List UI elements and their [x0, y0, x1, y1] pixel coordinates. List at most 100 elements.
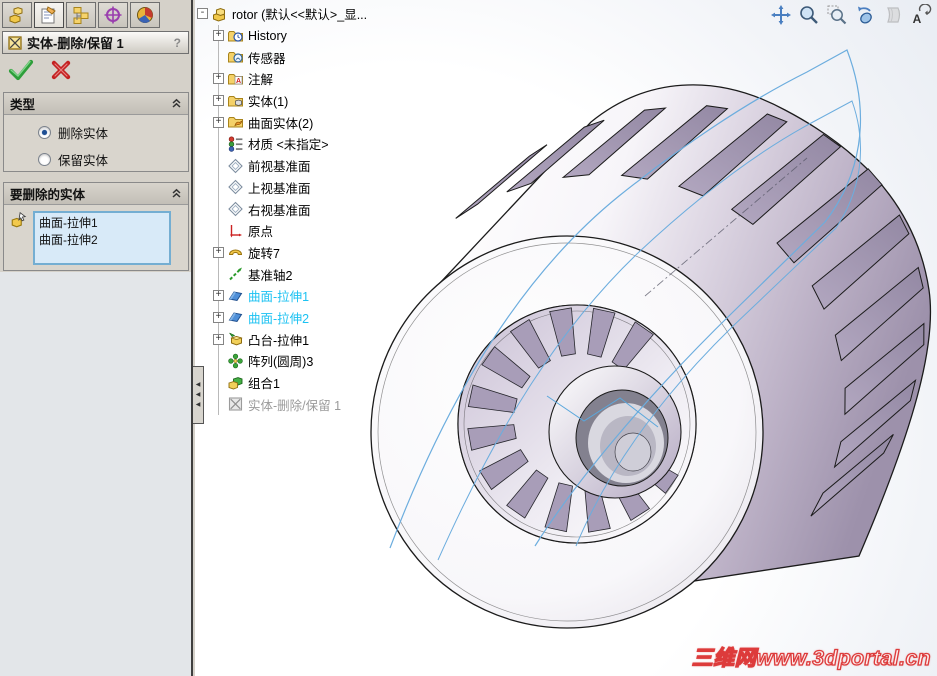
displaymanager-tab-icon — [137, 7, 153, 23]
view-orientation-icon[interactable]: A — [909, 3, 932, 26]
expand-toggle-icon[interactable]: + — [213, 290, 224, 302]
tree-item-top-plane[interactable]: 上视基准面 — [197, 177, 402, 199]
tree-item-annotations[interactable]: + 注解 — [197, 68, 402, 90]
surface-bodies-folder-icon — [227, 114, 244, 130]
bodies-group-header[interactable]: 要删除的实体 — [4, 183, 188, 205]
expand-toggle-icon[interactable]: + — [213, 311, 224, 323]
bodies-group-title: 要删除的实体 — [10, 188, 86, 202]
tree-item-material[interactable]: 材质 <未指定> — [197, 133, 402, 155]
revolve-icon — [227, 244, 244, 260]
plane-icon — [227, 201, 244, 217]
property-manager-title: 实体-删除/保留 1 — [27, 36, 124, 51]
tree-item-label: 组合1 — [248, 377, 280, 392]
selected-body-item[interactable]: 曲面-拉伸1 — [39, 215, 165, 232]
tree-item-circular-pattern3[interactable]: 阵列(圆周)3 — [197, 350, 402, 372]
tree-item-label: 基准轴2 — [248, 268, 293, 283]
tree-item-surface-bodies[interactable]: + 曲面实体(2) — [197, 111, 402, 133]
tree-item-surface-extrude2[interactable]: + 曲面-拉伸2 — [197, 307, 402, 329]
plane-icon — [227, 158, 244, 174]
tree-item-origin[interactable]: 原点 — [197, 220, 402, 242]
property-manager-panel: 实体-删除/保留 1 ? 类型 删除实体 保留实体 要删除的实体 曲面-拉伸1 … — [0, 0, 193, 676]
solid-bodies-folder-icon — [227, 93, 244, 109]
type-group-title: 类型 — [10, 98, 36, 112]
pan-icon[interactable] — [769, 3, 792, 26]
splitter-arrow-icon: ◀ — [195, 402, 201, 408]
history-folder-icon — [227, 28, 244, 44]
plane-icon — [227, 179, 244, 195]
tree-item-label: rotor (默认<<默认>_显... — [232, 8, 368, 23]
tab-propertymanager[interactable] — [34, 2, 64, 28]
tree-item-history[interactable]: + History — [197, 25, 402, 47]
radio-unselected-icon — [38, 153, 51, 166]
rotate-view-icon[interactable] — [853, 3, 876, 26]
tree-item-sensors[interactable]: 传感器 — [197, 46, 402, 68]
svg-text:A: A — [912, 12, 921, 26]
expand-toggle-icon[interactable]: + — [213, 95, 224, 107]
tree-item-label: 曲面-拉伸1 — [248, 290, 310, 305]
tree-item-front-plane[interactable]: 前视基准面 — [197, 155, 402, 177]
sensors-folder-icon — [227, 49, 244, 65]
expand-toggle-icon[interactable]: + — [213, 333, 224, 345]
type-group-header[interactable]: 类型 — [4, 93, 188, 115]
configurationmanager-tab-icon — [73, 7, 89, 24]
expand-toggle-icon[interactable]: + — [213, 246, 224, 258]
tree-item-label: 曲面-拉伸2 — [248, 311, 310, 326]
annotations-folder-icon — [227, 71, 244, 87]
tree-item-boss-extrude1[interactable]: + 凸台-拉伸1 — [197, 328, 402, 350]
tree-item-revolve7[interactable]: + 旋转7 — [197, 242, 402, 264]
solidworks-window: A 三维网www.3dportal.cn - rotor (默认<<默认>_显.… — [0, 0, 937, 676]
featuremanager-tab-icon — [9, 7, 23, 24]
tree-item-label: 上视基准面 — [248, 181, 311, 196]
axis-icon — [227, 266, 244, 282]
splitter-arrow-icon: ◀ — [195, 392, 201, 398]
tree-item-axis2[interactable]: 基准轴2 — [197, 263, 402, 285]
material-icon — [227, 136, 244, 152]
collapse-chevron-icon — [172, 98, 181, 108]
bodies-to-delete-group: 要删除的实体 曲面-拉伸1 曲面-拉伸2 — [3, 182, 189, 271]
tree-item-label: 阵列(圆周)3 — [248, 355, 314, 370]
tab-displaymanager[interactable] — [130, 2, 160, 28]
tree-item-label: 前视基准面 — [248, 160, 311, 175]
tree-item-surface-extrude1[interactable]: + 曲面-拉伸1 — [197, 285, 402, 307]
expand-toggle-icon[interactable]: + — [213, 116, 224, 128]
radio-delete-bodies[interactable]: 删除实体 — [38, 123, 188, 142]
select-bodies-icon — [10, 211, 28, 229]
tab-featuremanager[interactable] — [2, 2, 32, 28]
collapse-toggle-icon[interactable]: - — [197, 8, 208, 20]
surface-extrude-icon — [227, 288, 244, 304]
selected-body-item[interactable]: 曲面-拉伸2 — [39, 232, 165, 249]
tree-item-label: 注解 — [248, 73, 274, 88]
collapse-chevron-icon — [172, 188, 181, 198]
bodies-selection-listbox[interactable]: 曲面-拉伸1 曲面-拉伸2 — [33, 211, 171, 265]
tree-item-rotor-root[interactable]: - rotor (默认<<默认>_显... — [197, 3, 402, 25]
confirm-buttons — [8, 58, 72, 82]
zoom-to-area-icon[interactable] — [825, 3, 848, 26]
tree-item-right-plane[interactable]: 右视基准面 — [197, 198, 402, 220]
cancel-button[interactable] — [50, 59, 72, 81]
expand-toggle-icon[interactable]: + — [213, 30, 224, 42]
circular-pattern-icon — [227, 353, 244, 369]
ok-button[interactable] — [8, 58, 34, 82]
expand-toggle-icon[interactable]: + — [213, 73, 224, 85]
tab-dimxpertmanager[interactable] — [98, 2, 128, 28]
tab-configurationmanager[interactable] — [66, 2, 96, 28]
tree-item-body-delete-keep1[interactable]: 实体-删除/保留 1 — [197, 393, 402, 415]
dimxpertmanager-tab-icon — [104, 6, 122, 24]
section-view-icon — [881, 3, 904, 26]
type-group: 类型 删除实体 保留实体 — [3, 92, 189, 172]
radio-label: 保留实体 — [58, 154, 109, 168]
help-button[interactable]: ? — [171, 36, 184, 50]
origin-icon — [227, 223, 244, 239]
radio-keep-bodies[interactable]: 保留实体 — [38, 150, 188, 169]
feature-tree: - rotor (默认<<默认>_显... + History 传感器 + 注解… — [197, 3, 402, 415]
tree-item-label: 右视基准面 — [248, 203, 311, 218]
tree-item-solid-bodies[interactable]: + 实体(1) — [197, 90, 402, 112]
splitter-arrow-icon: ◀ — [195, 382, 201, 388]
zoom-icon[interactable] — [797, 3, 820, 26]
tree-item-combine1[interactable]: 组合1 — [197, 372, 402, 394]
panel-splitter[interactable]: ◀ ◀ ◀ — [193, 366, 204, 424]
watermark-text: 三维网www.3dportal.cn — [691, 646, 931, 670]
panel-tabs — [2, 2, 160, 28]
tree-item-label: 材质 <未指定> — [248, 138, 329, 153]
part-icon — [211, 6, 228, 22]
